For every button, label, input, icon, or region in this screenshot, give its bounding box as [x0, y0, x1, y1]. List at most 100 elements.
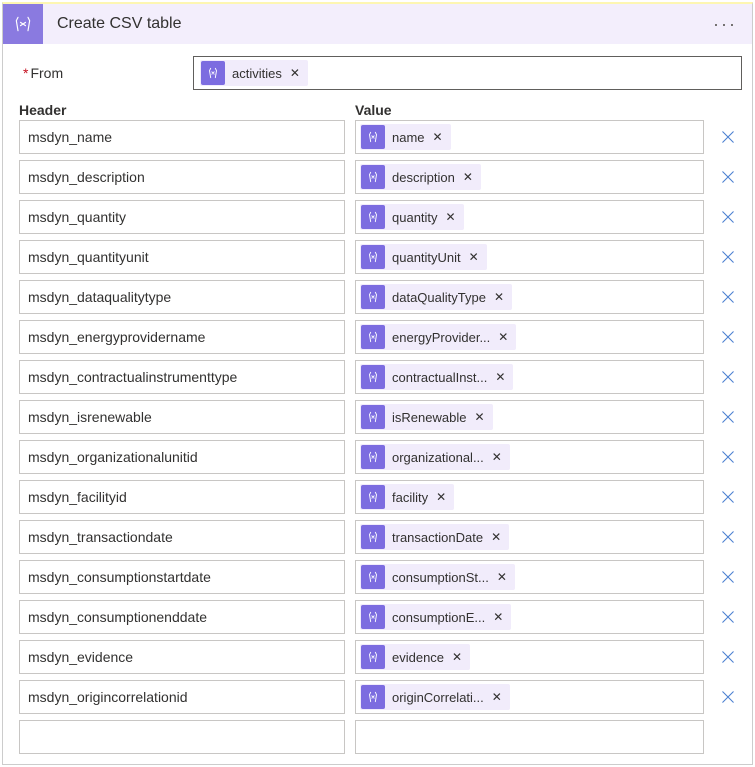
dynamic-content-icon [361, 245, 385, 269]
value-cell[interactable]: evidence✕ [355, 640, 704, 674]
header-cell[interactable]: msdyn_facilityid [19, 480, 345, 514]
value-cell[interactable]: quantityUnit✕ [355, 240, 704, 274]
value-cell[interactable]: energyProvider...✕ [355, 320, 704, 354]
delete-row-button[interactable] [714, 360, 742, 394]
delete-row-button[interactable] [714, 440, 742, 474]
header-cell[interactable]: msdyn_origincorrelationid [19, 680, 345, 714]
value-token-remove[interactable]: ✕ [495, 570, 509, 584]
delete-row-button[interactable] [714, 640, 742, 674]
value-token[interactable]: evidence✕ [360, 644, 470, 670]
mapping-row: msdyn_facilityid facility✕ [19, 480, 742, 514]
value-cell[interactable]: isRenewable✕ [355, 400, 704, 434]
value-token-remove[interactable]: ✕ [490, 450, 504, 464]
delete-row-button[interactable] [714, 600, 742, 634]
value-token-remove[interactable]: ✕ [496, 330, 510, 344]
dynamic-content-icon [361, 525, 385, 549]
mapping-row: msdyn_description description✕ [19, 160, 742, 194]
delete-row-button[interactable] [714, 320, 742, 354]
delete-row-button[interactable] [714, 120, 742, 154]
value-token[interactable]: transactionDate✕ [360, 524, 509, 550]
value-token[interactable]: description✕ [360, 164, 481, 190]
value-cell[interactable]: facility✕ [355, 480, 704, 514]
value-cell[interactable]: consumptionE... ✕ [355, 600, 704, 634]
header-cell[interactable]: msdyn_consumptionstartdate [19, 560, 345, 594]
value-cell[interactable]: transactionDate✕ [355, 520, 704, 554]
from-token-label: activities [232, 66, 282, 81]
from-input[interactable]: activities ✕ [193, 56, 742, 90]
dynamic-content-icon [361, 405, 385, 429]
value-cell[interactable]: description✕ [355, 160, 704, 194]
delete-row-button[interactable] [714, 280, 742, 314]
value-token[interactable]: originCorrelati... ✕ [360, 684, 510, 710]
value-token[interactable]: name✕ [360, 124, 451, 150]
value-cell[interactable]: quantity✕ [355, 200, 704, 234]
value-token-remove[interactable]: ✕ [489, 530, 503, 544]
value-token-remove[interactable]: ✕ [492, 290, 506, 304]
header-cell[interactable]: msdyn_quantityunit [19, 240, 345, 274]
from-token-remove[interactable]: ✕ [288, 66, 302, 80]
dynamic-content-icon [361, 685, 385, 709]
value-token[interactable]: quantityUnit✕ [360, 244, 487, 270]
value-token-remove[interactable]: ✕ [431, 130, 445, 144]
header-cell[interactable]: msdyn_name [19, 120, 345, 154]
value-cell[interactable]: dataQualityType✕ [355, 280, 704, 314]
value-token-label: consumptionE... [392, 610, 485, 625]
value-token-remove[interactable]: ✕ [472, 410, 486, 424]
mapping-row: msdyn_dataqualitytype dataQualityType✕ [19, 280, 742, 314]
mapping-row: msdyn_name name✕ [19, 120, 742, 154]
value-token-remove[interactable]: ✕ [461, 170, 475, 184]
from-token[interactable]: activities ✕ [200, 60, 308, 86]
value-token-label: originCorrelati... [392, 690, 484, 705]
header-cell[interactable]: msdyn_dataqualitytype [19, 280, 345, 314]
value-token[interactable]: energyProvider...✕ [360, 324, 516, 350]
value-token[interactable]: contractualInst...✕ [360, 364, 513, 390]
header-cell[interactable]: msdyn_organizationalunitid [19, 440, 345, 474]
header-text: msdyn_consumptionenddate [28, 609, 207, 625]
delete-row-button[interactable] [714, 520, 742, 554]
value-cell[interactable] [355, 720, 704, 754]
delete-row-button[interactable] [714, 400, 742, 434]
delete-row-button[interactable] [714, 480, 742, 514]
value-cell[interactable]: name✕ [355, 120, 704, 154]
header-text: msdyn_name [28, 129, 112, 145]
value-token[interactable]: quantity✕ [360, 204, 464, 230]
value-cell[interactable]: organizational...✕ [355, 440, 704, 474]
delete-row-button[interactable] [714, 160, 742, 194]
header-cell[interactable]: msdyn_consumptionenddate [19, 600, 345, 634]
header-text: msdyn_transactiondate [28, 529, 173, 545]
value-token[interactable]: dataQualityType✕ [360, 284, 512, 310]
table-icon [3, 4, 43, 44]
value-token-remove[interactable]: ✕ [450, 650, 464, 664]
card-header[interactable]: Create CSV table ··· [3, 4, 752, 44]
header-cell[interactable] [19, 720, 345, 754]
value-token[interactable]: consumptionSt...✕ [360, 564, 515, 590]
delete-row-button[interactable] [714, 200, 742, 234]
value-token[interactable]: facility✕ [360, 484, 454, 510]
header-cell[interactable]: msdyn_contractualinstrumenttype [19, 360, 345, 394]
value-token[interactable]: organizational...✕ [360, 444, 510, 470]
header-cell[interactable]: msdyn_evidence [19, 640, 345, 674]
header-cell[interactable]: msdyn_energyprovidername [19, 320, 345, 354]
header-cell[interactable]: msdyn_isrenewable [19, 400, 345, 434]
value-token-remove[interactable]: ✕ [444, 210, 458, 224]
value-token-remove[interactable]: ✕ [467, 250, 481, 264]
value-token-remove[interactable]: ✕ [493, 370, 507, 384]
value-cell[interactable]: contractualInst...✕ [355, 360, 704, 394]
value-token[interactable]: isRenewable✕ [360, 404, 493, 430]
value-cell[interactable]: originCorrelati... ✕ [355, 680, 704, 714]
value-token-remove[interactable]: ✕ [491, 610, 505, 624]
delete-row-button[interactable] [714, 240, 742, 274]
value-token-remove[interactable]: ✕ [434, 490, 448, 504]
header-text: msdyn_consumptionstartdate [28, 569, 211, 585]
value-token[interactable]: consumptionE... ✕ [360, 604, 511, 630]
header-cell[interactable]: msdyn_transactiondate [19, 520, 345, 554]
delete-row-button[interactable] [714, 680, 742, 714]
value-token-remove[interactable]: ✕ [490, 690, 504, 704]
header-cell[interactable]: msdyn_description [19, 160, 345, 194]
more-menu-button[interactable]: ··· [710, 14, 740, 35]
header-text: msdyn_contractualinstrumenttype [28, 369, 237, 385]
header-cell[interactable]: msdyn_quantity [19, 200, 345, 234]
value-cell[interactable]: consumptionSt...✕ [355, 560, 704, 594]
mapping-row: msdyn_organizationalunitid organizational… [19, 440, 742, 474]
delete-row-button[interactable] [714, 560, 742, 594]
